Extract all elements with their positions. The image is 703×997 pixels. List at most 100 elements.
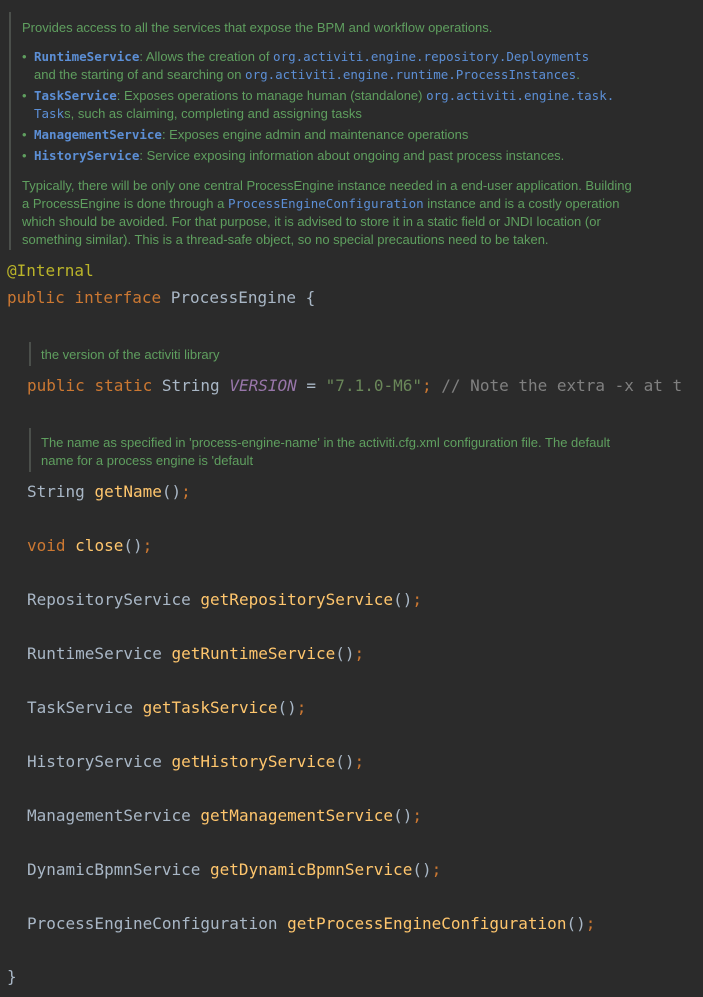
task-service-link[interactable]: TaskService [34, 88, 117, 103]
method-get-management-service[interactable]: getManagementService [200, 806, 393, 825]
type-string: String [161, 376, 220, 395]
code-line-repository-service: RepositoryService getRepositoryService()… [27, 589, 422, 611]
task-class-link[interactable]: Task [34, 106, 64, 121]
doc-text: name for a process engine is 'default [41, 453, 254, 468]
parens: () [335, 644, 355, 663]
code-line-runtime-service: RuntimeService getRuntimeService(); [27, 643, 364, 665]
interface-name[interactable]: ProcessEngine [171, 288, 296, 307]
doc-intro: Provides access to all the services that… [22, 20, 493, 35]
process-instances-link[interactable]: org.activiti.engine.runtime.ProcessInsta… [245, 67, 576, 82]
code-line-history-service: HistoryService getHistoryService(); [27, 751, 364, 773]
doc-text: : Exposes operations to manage human (st… [116, 88, 427, 103]
deployments-link[interactable]: org.activiti.engine.repository.Deploymen… [273, 49, 589, 64]
doc-paragraph: Typically, there will be only one centra… [22, 177, 697, 249]
type-name[interactable]: TaskService [27, 698, 133, 717]
parens: () [335, 752, 355, 771]
constant-version[interactable]: VERSION [229, 376, 296, 395]
keyword-void: void [27, 536, 66, 555]
parens: () [123, 536, 143, 555]
doc-text: which should be avoided. For that purpos… [22, 214, 601, 229]
doc-text: a ProcessEngine is done through a [22, 196, 228, 211]
method-close[interactable]: close [75, 536, 123, 555]
type-name[interactable]: ManagementService [27, 806, 191, 825]
bullet-icon: • [22, 88, 27, 103]
doc-text: : Allows the creation of [139, 49, 274, 64]
type-name[interactable]: DynamicBpmnService [27, 860, 200, 879]
doc-text: and the starting of and searching on [34, 67, 246, 82]
doc-comment-gutter-bar [29, 342, 31, 366]
keyword-static: static [94, 376, 153, 395]
bullet-icon: • [22, 127, 27, 142]
name-doc-comment: The name as specified in 'process-engine… [41, 434, 696, 470]
doc-comment-gutter-bar [9, 12, 11, 250]
doc-bullet-history: • HistoryService: Service exposing inform… [22, 147, 697, 165]
code-line-close-brace: } [7, 966, 17, 988]
bullet-icon: • [22, 49, 27, 64]
parens: () [393, 806, 413, 825]
keyword-public: public [27, 376, 85, 395]
history-service-link[interactable]: HistoryService [34, 148, 139, 163]
method-get-task-service[interactable]: getTaskService [143, 698, 278, 717]
method-get-repository-service[interactable]: getRepositoryService [200, 590, 393, 609]
runtime-service-link[interactable]: RuntimeService [34, 49, 139, 64]
method-get-name[interactable]: getName [94, 482, 161, 501]
parens: () [393, 590, 413, 609]
doc-text: . [576, 67, 580, 82]
semicolon: ; [354, 752, 365, 771]
semicolon: ; [296, 698, 307, 717]
open-brace: { [305, 288, 316, 307]
semicolon: ; [354, 644, 365, 663]
code-line-process-engine-configuration: ProcessEngineConfiguration getProcessEng… [27, 913, 595, 935]
line-comment: // Note the extra -x at t [441, 376, 683, 395]
close-brace: } [7, 967, 17, 986]
string-version-value: "7.1.0-M6" [325, 376, 422, 395]
semicolon: ; [142, 536, 153, 555]
keyword-public: public [7, 288, 65, 307]
semicolon: ; [431, 860, 442, 879]
type-name[interactable]: ProcessEngineConfiguration [27, 914, 277, 933]
annotation-internal: @Internal [7, 261, 94, 280]
code-line-annotation: @Internal [7, 260, 94, 282]
semicolon: ; [412, 590, 422, 609]
code-line-getname: String getName(); [27, 481, 191, 503]
type-name[interactable]: RepositoryService [27, 590, 191, 609]
semicolon: ; [585, 914, 596, 933]
doc-bullet-runtime: • RuntimeService: Allows the creation of … [22, 48, 697, 84]
doc-bullet-task: • TaskService: Exposes operations to mana… [22, 87, 697, 123]
code-line-dynamic-bpmn-service: DynamicBpmnService getDynamicBpmnService… [27, 859, 441, 881]
type-name[interactable]: RuntimeService [27, 644, 162, 663]
code-line-version: public static String VERSION = "7.1.0-M6… [27, 375, 682, 397]
doc-text: : Exposes engine admin and maintenance o… [161, 127, 469, 142]
method-get-process-engine-configuration[interactable]: getProcessEngineConfiguration [287, 914, 566, 933]
process-engine-configuration-link[interactable]: ProcessEngineConfiguration [228, 196, 424, 211]
doc-text: : Service exposing information about ong… [139, 148, 565, 163]
method-get-dynamic-bpmn-service[interactable]: getDynamicBpmnService [210, 860, 412, 879]
code-line-close: void close(); [27, 535, 152, 557]
management-service-link[interactable]: ManagementService [34, 127, 162, 142]
doc-bullet-management: • ManagementService: Exposes engine admin… [22, 126, 697, 144]
doc-text: something similar). This is a thread-saf… [22, 232, 549, 247]
class-doc-comment: Provides access to all the services that… [22, 19, 697, 37]
doc-text: The name as specified in 'process-engine… [41, 435, 611, 450]
semicolon: ; [181, 482, 191, 501]
code-line-management-service: ManagementService getManagementService()… [27, 805, 422, 827]
doc-text: s, such as claiming, completing and assi… [64, 106, 362, 121]
method-get-runtime-service[interactable]: getRuntimeService [172, 644, 336, 663]
doc-comment-gutter-bar [29, 428, 31, 472]
parens: () [566, 914, 586, 933]
parens: () [277, 698, 297, 717]
task-package-link[interactable]: org.activiti.engine.task. [426, 88, 614, 103]
code-line-interface-decl: public interface ProcessEngine { [7, 287, 315, 309]
code-line-task-service: TaskService getTaskService(); [27, 697, 306, 719]
doc-text: instance and is a costly operation [423, 196, 620, 211]
operator-equals: = [306, 376, 317, 395]
parens: () [412, 860, 432, 879]
method-get-history-service[interactable]: getHistoryService [172, 752, 336, 771]
version-doc-comment: the version of the activiti library [41, 346, 219, 364]
keyword-interface: interface [74, 288, 162, 307]
semicolon: ; [422, 376, 432, 395]
doc-text: the version of the activiti library [41, 347, 220, 362]
type-name[interactable]: HistoryService [27, 752, 162, 771]
parens: () [161, 482, 182, 501]
doc-text: Typically, there will be only one centra… [22, 178, 632, 193]
